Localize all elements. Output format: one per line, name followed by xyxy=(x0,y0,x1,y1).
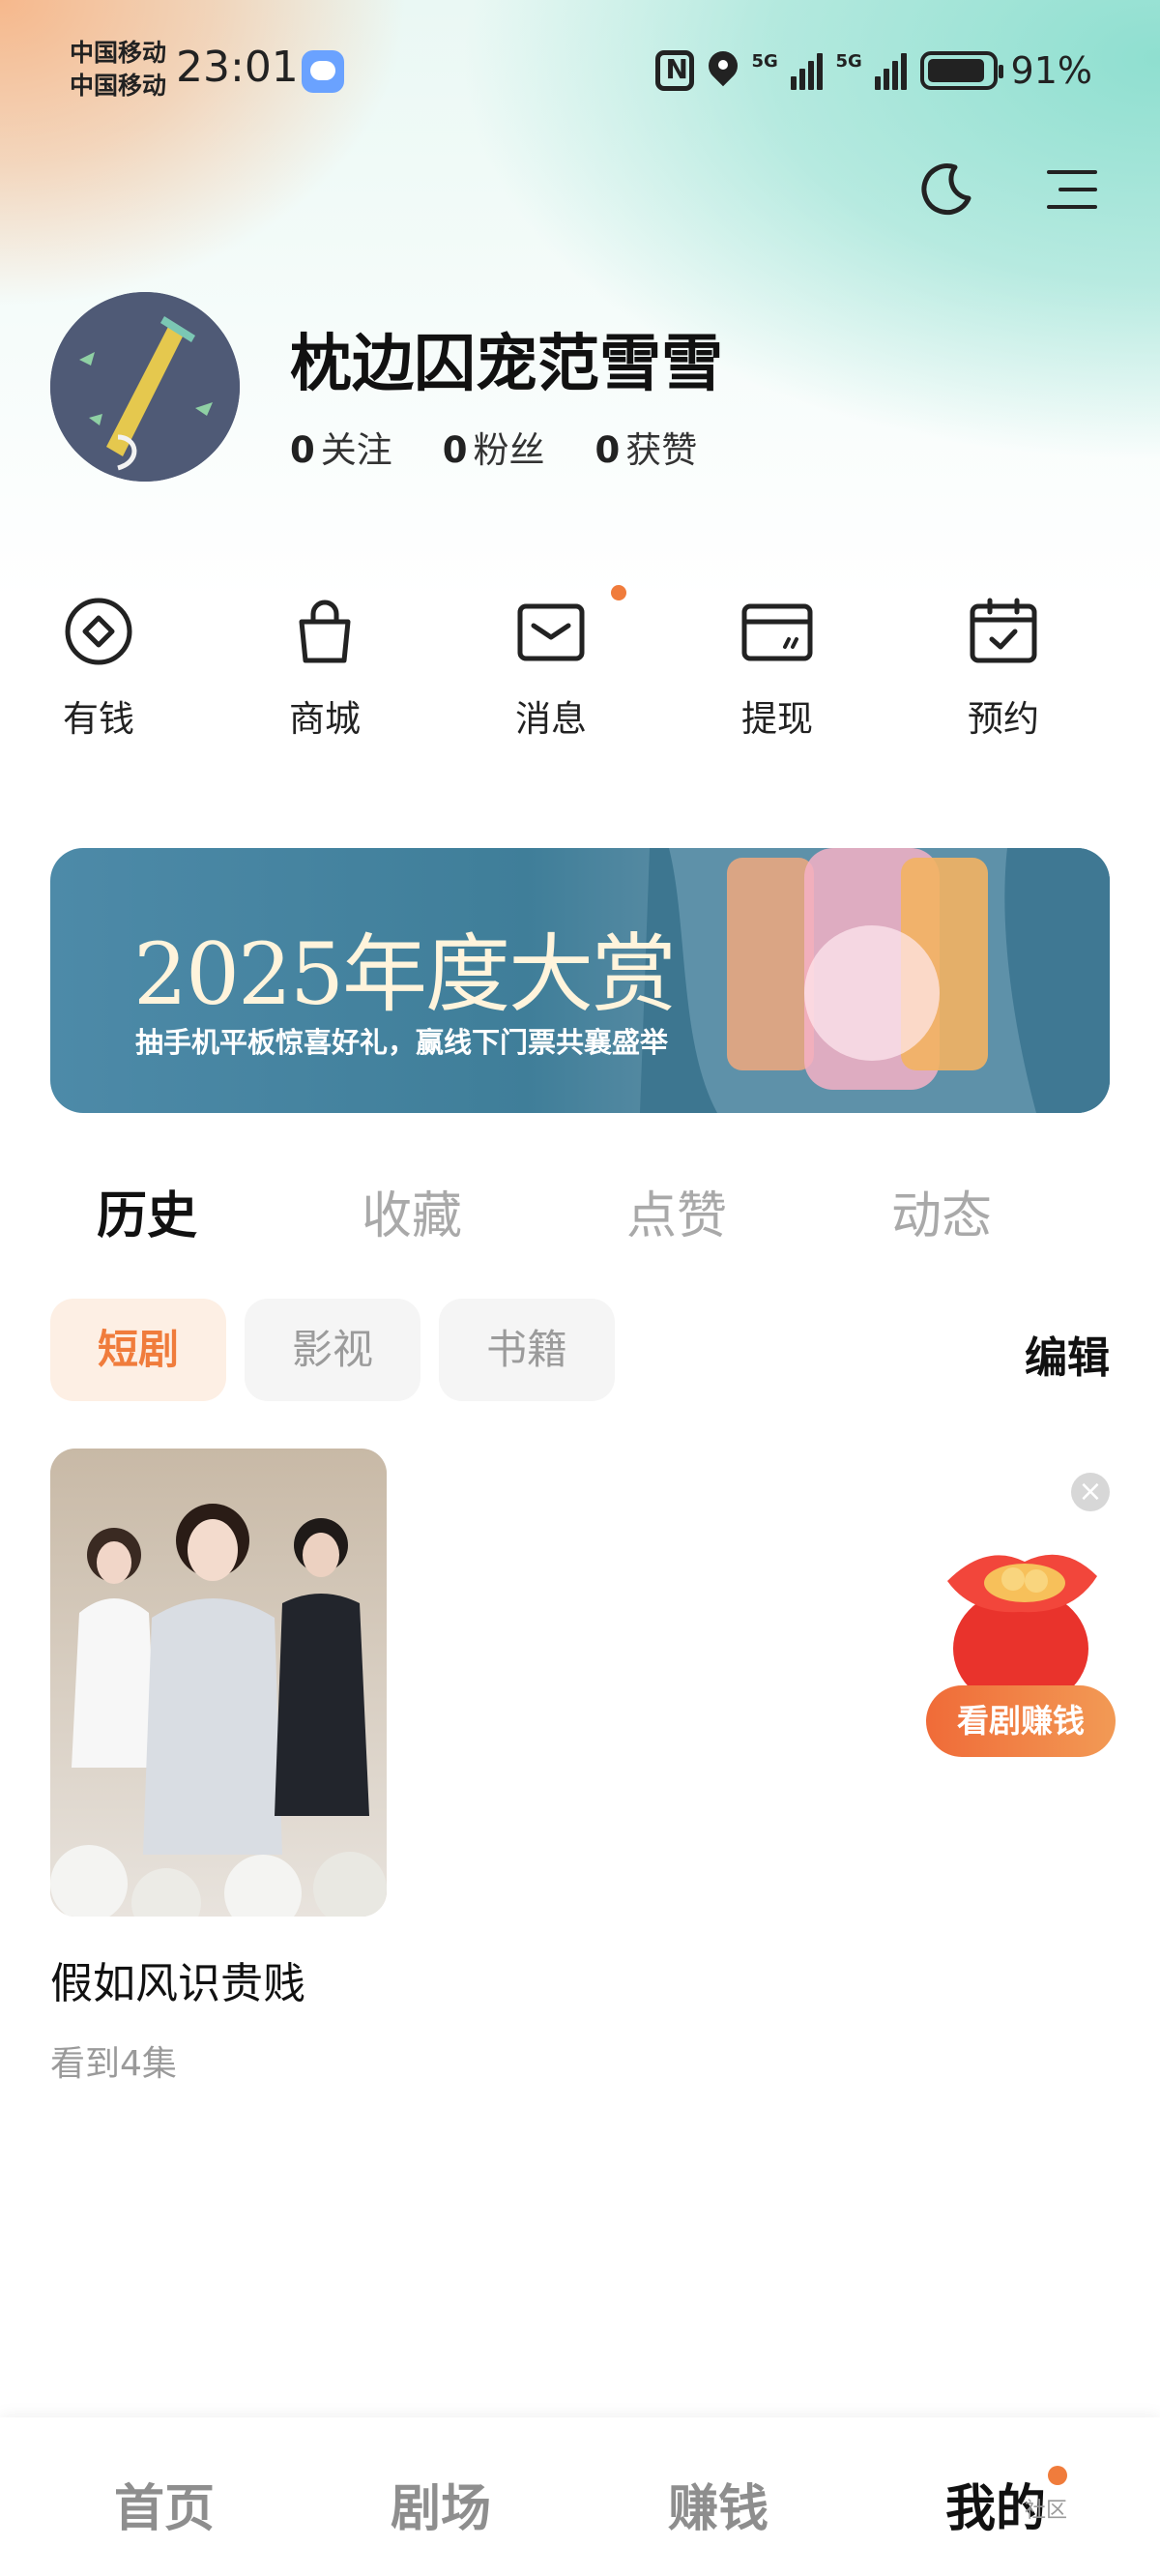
nav-mine-badge-dot xyxy=(1048,2466,1067,2485)
filter-books[interactable]: 书籍 xyxy=(439,1299,615,1401)
bottom-navigation: 首页 剧场 赚钱 我的 xyxy=(0,2417,1160,2576)
tab-favorites[interactable]: 收藏 xyxy=(315,1175,508,1247)
moon-icon[interactable] xyxy=(918,160,976,218)
quick-action-money[interactable]: 有钱 xyxy=(21,595,176,749)
tab-history[interactable]: 历史 xyxy=(50,1175,244,1247)
nav-theater[interactable]: 剧场 xyxy=(344,2468,537,2540)
mail-icon xyxy=(517,603,585,661)
stat-likes[interactable]: 0 获赞 xyxy=(595,421,698,473)
profile-stats: 0 关注 0 粉丝 0 获赞 xyxy=(290,421,697,473)
tab-likes[interactable]: 点赞 xyxy=(580,1175,773,1247)
close-icon[interactable]: × xyxy=(1071,1473,1110,1511)
status-icons: 5G 5G 91% xyxy=(654,46,1092,95)
nfc-icon xyxy=(654,50,694,91)
watch-earn-button[interactable]: 看剧赚钱 xyxy=(926,1685,1116,1757)
location-icon xyxy=(708,51,739,90)
quick-action-reserve[interactable]: 预约 xyxy=(926,595,1081,749)
banner-subtitle: 抽手机平板惊喜好礼，赢线下门票共襄盛举 xyxy=(135,1026,669,1059)
status-bar: 中国移动 中国移动 23:01 5G 5G 91% xyxy=(0,0,1160,145)
stat-followers[interactable]: 0 粉丝 xyxy=(443,421,545,473)
battery-percent: 91% xyxy=(1010,49,1092,92)
quick-action-mall[interactable]: 商城 xyxy=(247,595,402,749)
message-icon xyxy=(302,50,344,93)
quick-actions: 有钱 商城 消息 提现 预约 xyxy=(50,585,1114,749)
edit-button[interactable]: 编辑 xyxy=(1025,1323,1110,1385)
carrier-1: 中国移动 xyxy=(70,39,167,67)
shopping-bag-icon xyxy=(299,600,351,663)
battery-icon xyxy=(919,51,1003,90)
wallet-icon xyxy=(741,603,813,661)
history-poster[interactable] xyxy=(50,1449,387,1917)
filter-film-tv[interactable]: 影视 xyxy=(245,1299,420,1401)
signal-icon: 5G xyxy=(752,51,823,90)
username: 枕边囚宠范雪雪 xyxy=(290,329,723,400)
carrier-labels: 中国移动 中国移动 xyxy=(70,37,166,102)
content-tabs: 历史 收藏 点赞 动态 xyxy=(50,1175,1110,1252)
network-type-2: 5G xyxy=(835,51,862,72)
watermark: 社区 xyxy=(1025,2499,1068,2523)
history-item-title[interactable]: 假如风识贵贱 xyxy=(50,1948,305,2010)
nav-home[interactable]: 首页 xyxy=(68,2468,261,2540)
clock: 23:01 xyxy=(176,43,299,92)
promo-banner[interactable]: 2025年度大赏 抽手机平板惊喜好礼，赢线下门票共襄盛举 xyxy=(50,848,1110,1113)
menu-icon[interactable] xyxy=(1047,166,1097,213)
quick-action-withdraw[interactable]: 提现 xyxy=(700,595,855,749)
signal-icon-2: 5G xyxy=(836,51,907,90)
network-type-1: 5G xyxy=(751,51,778,72)
stat-following[interactable]: 0 关注 xyxy=(290,421,392,473)
calendar-icon xyxy=(970,598,1037,663)
filter-short-drama[interactable]: 短剧 xyxy=(50,1299,226,1401)
carrier-2: 中国移动 xyxy=(70,72,167,100)
avatar[interactable] xyxy=(50,292,240,482)
message-badge-dot xyxy=(611,585,626,600)
banner-title: 2025年度大赏 xyxy=(133,924,677,1024)
tab-activity[interactable]: 动态 xyxy=(845,1175,1038,1247)
history-item-progress: 看到4集 xyxy=(50,2044,177,2084)
nav-earn[interactable]: 赚钱 xyxy=(622,2468,815,2540)
quick-action-messages[interactable]: 消息 xyxy=(474,595,628,749)
coin-icon xyxy=(65,598,132,665)
